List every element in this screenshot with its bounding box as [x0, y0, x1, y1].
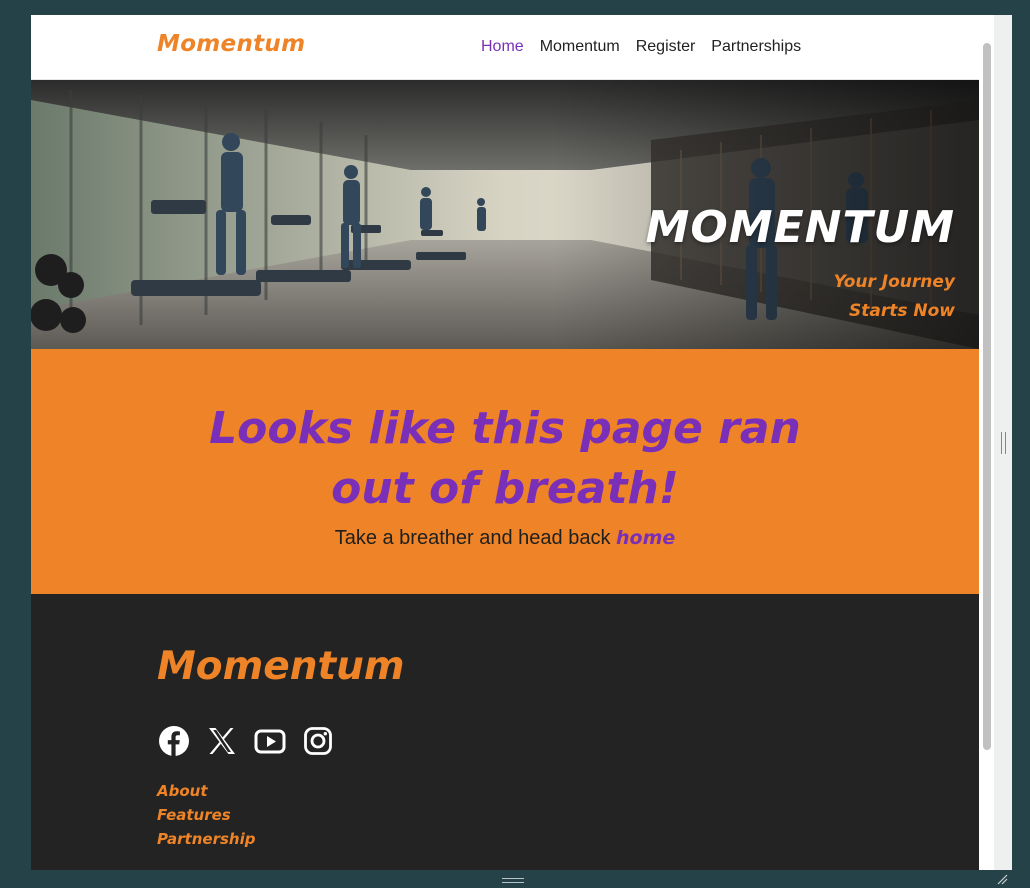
nav-link-momentum[interactable]: Momentum	[540, 38, 620, 56]
instagram-icon[interactable]	[301, 724, 335, 758]
footer-link-features[interactable]: Features	[157, 803, 255, 827]
footer-links: About Features Partnership	[157, 779, 255, 851]
facebook-icon[interactable]	[157, 724, 191, 758]
nav-link-register[interactable]: Register	[636, 38, 696, 56]
bottom-resize-handle[interactable]	[502, 878, 524, 883]
footer-link-about[interactable]: About	[157, 779, 255, 803]
not-found-heading: Looks like this page ran out of breath!	[209, 403, 801, 514]
footer-brand: Momentum	[157, 644, 405, 689]
not-found-text: Take a breather and head back	[334, 527, 617, 549]
hero-subtitle-line1: Your Journey	[833, 272, 955, 292]
hero-title: MOMENTUM	[645, 202, 955, 253]
not-found-section: Looks like this page ran out of breath! …	[31, 349, 979, 594]
browser-window: Momentum Home Momentum Register Partners…	[31, 15, 994, 870]
page-viewport: Momentum Home Momentum Register Partners…	[31, 15, 979, 870]
hero-subtitle: Your Journey Starts Now	[755, 268, 955, 326]
footer-link-partnership[interactable]: Partnership	[157, 827, 255, 851]
youtube-icon[interactable]	[253, 724, 287, 758]
footer: Momentum About Features Partnership	[31, 594, 979, 870]
window-frame-top	[0, 0, 1030, 15]
corner-resize-icon[interactable]	[996, 873, 1008, 885]
nav-links: Home Momentum Register Partnerships	[481, 38, 801, 56]
brand-logo[interactable]: Momentum	[157, 31, 305, 57]
hero-banner: MOMENTUM Your Journey Starts Now	[31, 80, 979, 349]
x-icon[interactable]	[205, 724, 239, 758]
nav-link-home[interactable]: Home	[481, 38, 524, 56]
home-link[interactable]: home	[616, 527, 675, 549]
hero-subtitle-line2: Starts Now	[848, 301, 955, 321]
not-found-message: Take a breather and head back home	[31, 527, 979, 550]
side-resize-handle[interactable]	[1001, 432, 1006, 454]
navbar: Momentum Home Momentum Register Partners…	[31, 15, 979, 80]
social-links	[157, 724, 335, 758]
scrollbar-thumb[interactable]	[983, 43, 991, 750]
nav-link-partnerships[interactable]: Partnerships	[711, 38, 801, 56]
